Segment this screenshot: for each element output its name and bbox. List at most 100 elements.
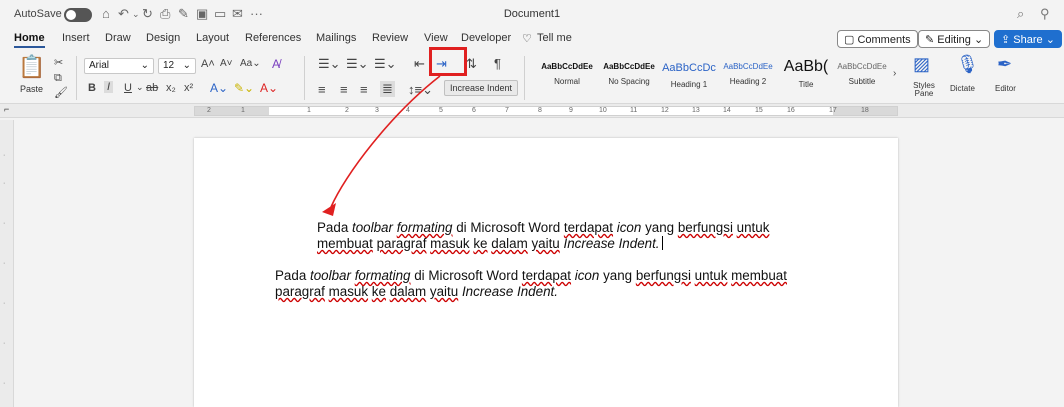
underline-icon[interactable]: U <box>124 82 132 94</box>
style-heading-1[interactable]: AaBbCcDc Heading 1 <box>661 58 717 96</box>
bullets-icon[interactable]: ☰⌄ <box>318 56 341 72</box>
save-icon[interactable]: ▣ <box>196 6 208 22</box>
editing-button[interactable]: ✎ Editing ⌄ <box>918 30 991 48</box>
ruler-number: 8 <box>538 107 542 114</box>
ruler-number: 18 <box>861 107 869 114</box>
font-color-icon[interactable]: A⌄ <box>260 81 278 95</box>
tab-design[interactable]: Design <box>146 32 180 44</box>
grow-font-icon[interactable]: A˄ <box>201 58 215 70</box>
chevron-right-icon[interactable]: › <box>893 68 896 79</box>
align-left-icon[interactable]: ≡ <box>318 82 326 97</box>
autosave-toggle[interactable] <box>64 8 92 22</box>
ruler-number: 1 <box>241 107 245 114</box>
italic-icon[interactable]: I <box>104 81 114 93</box>
ruler-number: 2 <box>345 107 349 114</box>
editor-icon[interactable]: ✒ <box>997 54 1012 75</box>
sort-icon[interactable]: ⇅ <box>466 56 477 72</box>
style-subtitle[interactable]: AaBbCcDdEe Subtitle <box>834 58 890 96</box>
format-painter-icon[interactable]: 🖌 <box>54 86 68 99</box>
ruler-number: 15 <box>755 107 763 114</box>
chevron-down-icon[interactable]: ⌄ <box>136 82 144 93</box>
multilevel-list-icon[interactable]: ☰⌄ <box>374 56 397 72</box>
cut-icon[interactable]: ✂ <box>54 56 63 69</box>
tab-draw[interactable]: Draw <box>105 32 131 44</box>
ruler-number: 9 <box>569 107 573 114</box>
annotation-highlight-box <box>429 47 467 76</box>
text-effects-icon[interactable]: A⌄ <box>210 81 228 95</box>
share-people-icon[interactable]: ⚲ <box>1040 6 1050 22</box>
clear-formatting-icon[interactable]: A̸ <box>272 57 280 71</box>
dictate-label: Dictate <box>950 84 975 93</box>
paragraph-normal[interactable]: Pada toolbar formating di Microsoft Word… <box>275 268 835 300</box>
ribbon-home: 📋 Paste ✂ ⧉ 🖌 Arial ⌄ 12 ⌄ A˄ A˅ Aa⌄ A̸ B … <box>0 52 1064 104</box>
chevron-down-icon[interactable]: ⌄ <box>132 9 140 20</box>
ruler-number: 13 <box>692 107 700 114</box>
decrease-indent-icon[interactable]: ⇤ <box>414 56 425 72</box>
align-right-icon[interactable]: ≡ <box>360 82 368 97</box>
tab-developer[interactable]: Developer <box>461 32 511 44</box>
paste-icon[interactable]: 📋 <box>18 54 45 80</box>
format-painter-icon[interactable]: ✎ <box>178 6 189 22</box>
chevron-down-icon: ⌄ <box>970 34 984 46</box>
ruler-number: 16 <box>787 107 795 114</box>
print-icon[interactable]: ⎙ <box>160 6 170 22</box>
home-icon[interactable]: ⌂ <box>102 6 110 21</box>
share-button[interactable]: ⇪ Share ⌄ <box>994 30 1062 48</box>
tab-mailings[interactable]: Mailings <box>316 32 356 44</box>
tab-insert[interactable]: Insert <box>62 32 90 44</box>
undo-icon[interactable]: ↶ <box>118 6 129 22</box>
more-icon[interactable]: ··· <box>250 6 263 21</box>
mail-icon[interactable]: ✉ <box>232 6 243 22</box>
shrink-font-icon[interactable]: A˅ <box>220 58 233 69</box>
pencil-icon: ✎ <box>925 34 938 46</box>
document-page[interactable]: Pada toolbar formating di Microsoft Word… <box>194 138 898 407</box>
ruler-number: 6 <box>472 107 476 114</box>
text-caret <box>661 236 663 250</box>
tab-home[interactable]: Home <box>14 32 45 48</box>
vertical-ruler: · · · · · · · <box>0 120 14 407</box>
paste-label: Paste <box>20 84 44 94</box>
subscript-icon[interactable]: x₂ <box>166 82 176 94</box>
style-normal[interactable]: AaBbCcDdEe Normal <box>539 58 595 96</box>
ruler-track: 2 1 1 2 3 4 5 6 7 8 9 10 11 12 13 14 15 … <box>194 106 898 116</box>
superscript-icon[interactable]: x² <box>184 82 193 94</box>
justify-icon[interactable]: ≣ <box>380 81 395 97</box>
increase-indent-tooltip: Increase Indent <box>444 80 519 96</box>
divider <box>76 56 77 100</box>
redo-icon[interactable]: ↻ <box>142 6 153 22</box>
numbering-icon[interactable]: ☰⌄ <box>346 56 369 72</box>
style-title[interactable]: AaBb( Title <box>778 58 834 96</box>
tab-stop-icon[interactable]: ⌐ <box>4 104 9 114</box>
ruler-number: 7 <box>505 107 509 114</box>
style-no-spacing[interactable]: AaBbCcDdEe No Spacing <box>601 58 657 96</box>
tell-me-input[interactable]: Tell me <box>537 32 572 44</box>
align-center-icon[interactable]: ≡ <box>340 82 348 97</box>
bold-icon[interactable]: B <box>88 82 96 94</box>
font-size-select[interactable]: 12 ⌄ <box>158 58 196 74</box>
search-icon[interactable]: ⌕ <box>1017 6 1024 22</box>
strikethrough-icon[interactable]: ab <box>146 82 158 94</box>
font-name-select[interactable]: Arial ⌄ <box>84 58 154 74</box>
copy-icon[interactable]: ⧉ <box>54 72 62 85</box>
ruler-number: 2 <box>207 107 211 114</box>
tab-review[interactable]: Review <box>372 32 408 44</box>
microphone-icon[interactable]: 🎙 <box>956 54 979 75</box>
highlight-icon[interactable]: ✎⌄ <box>234 81 254 95</box>
tab-layout[interactable]: Layout <box>196 32 229 44</box>
horizontal-ruler[interactable]: ⌐ 2 1 1 2 3 4 5 6 7 8 9 10 11 12 13 14 1… <box>0 104 1064 118</box>
ruler-number: 14 <box>723 107 731 114</box>
ruler-number: 1 <box>307 107 311 114</box>
folder-icon[interactable]: ▭ <box>214 6 226 22</box>
change-case-icon[interactable]: Aa⌄ <box>240 58 261 69</box>
paragraph-indented[interactable]: Pada toolbar formating di Microsoft Word… <box>317 220 830 252</box>
styles-pane-icon[interactable]: ▨ <box>913 54 930 75</box>
tab-view[interactable]: View <box>424 32 448 44</box>
line-spacing-icon[interactable]: ↕≡⌄ <box>408 82 433 98</box>
tab-references[interactable]: References <box>245 32 301 44</box>
title-bar: AutoSave ⌂ ↶ ⌄ ↻ ⎙ ✎ ▣ ▭ ✉ ··· Document1… <box>0 0 1064 30</box>
show-formatting-icon[interactable]: ¶ <box>494 56 501 71</box>
comments-button[interactable]: ▢ Comments <box>837 30 918 48</box>
comment-icon: ▢ <box>844 34 858 46</box>
ruler-number: 17 <box>829 107 837 114</box>
style-heading-2[interactable]: AaBbCcDdEe Heading 2 <box>720 58 776 96</box>
